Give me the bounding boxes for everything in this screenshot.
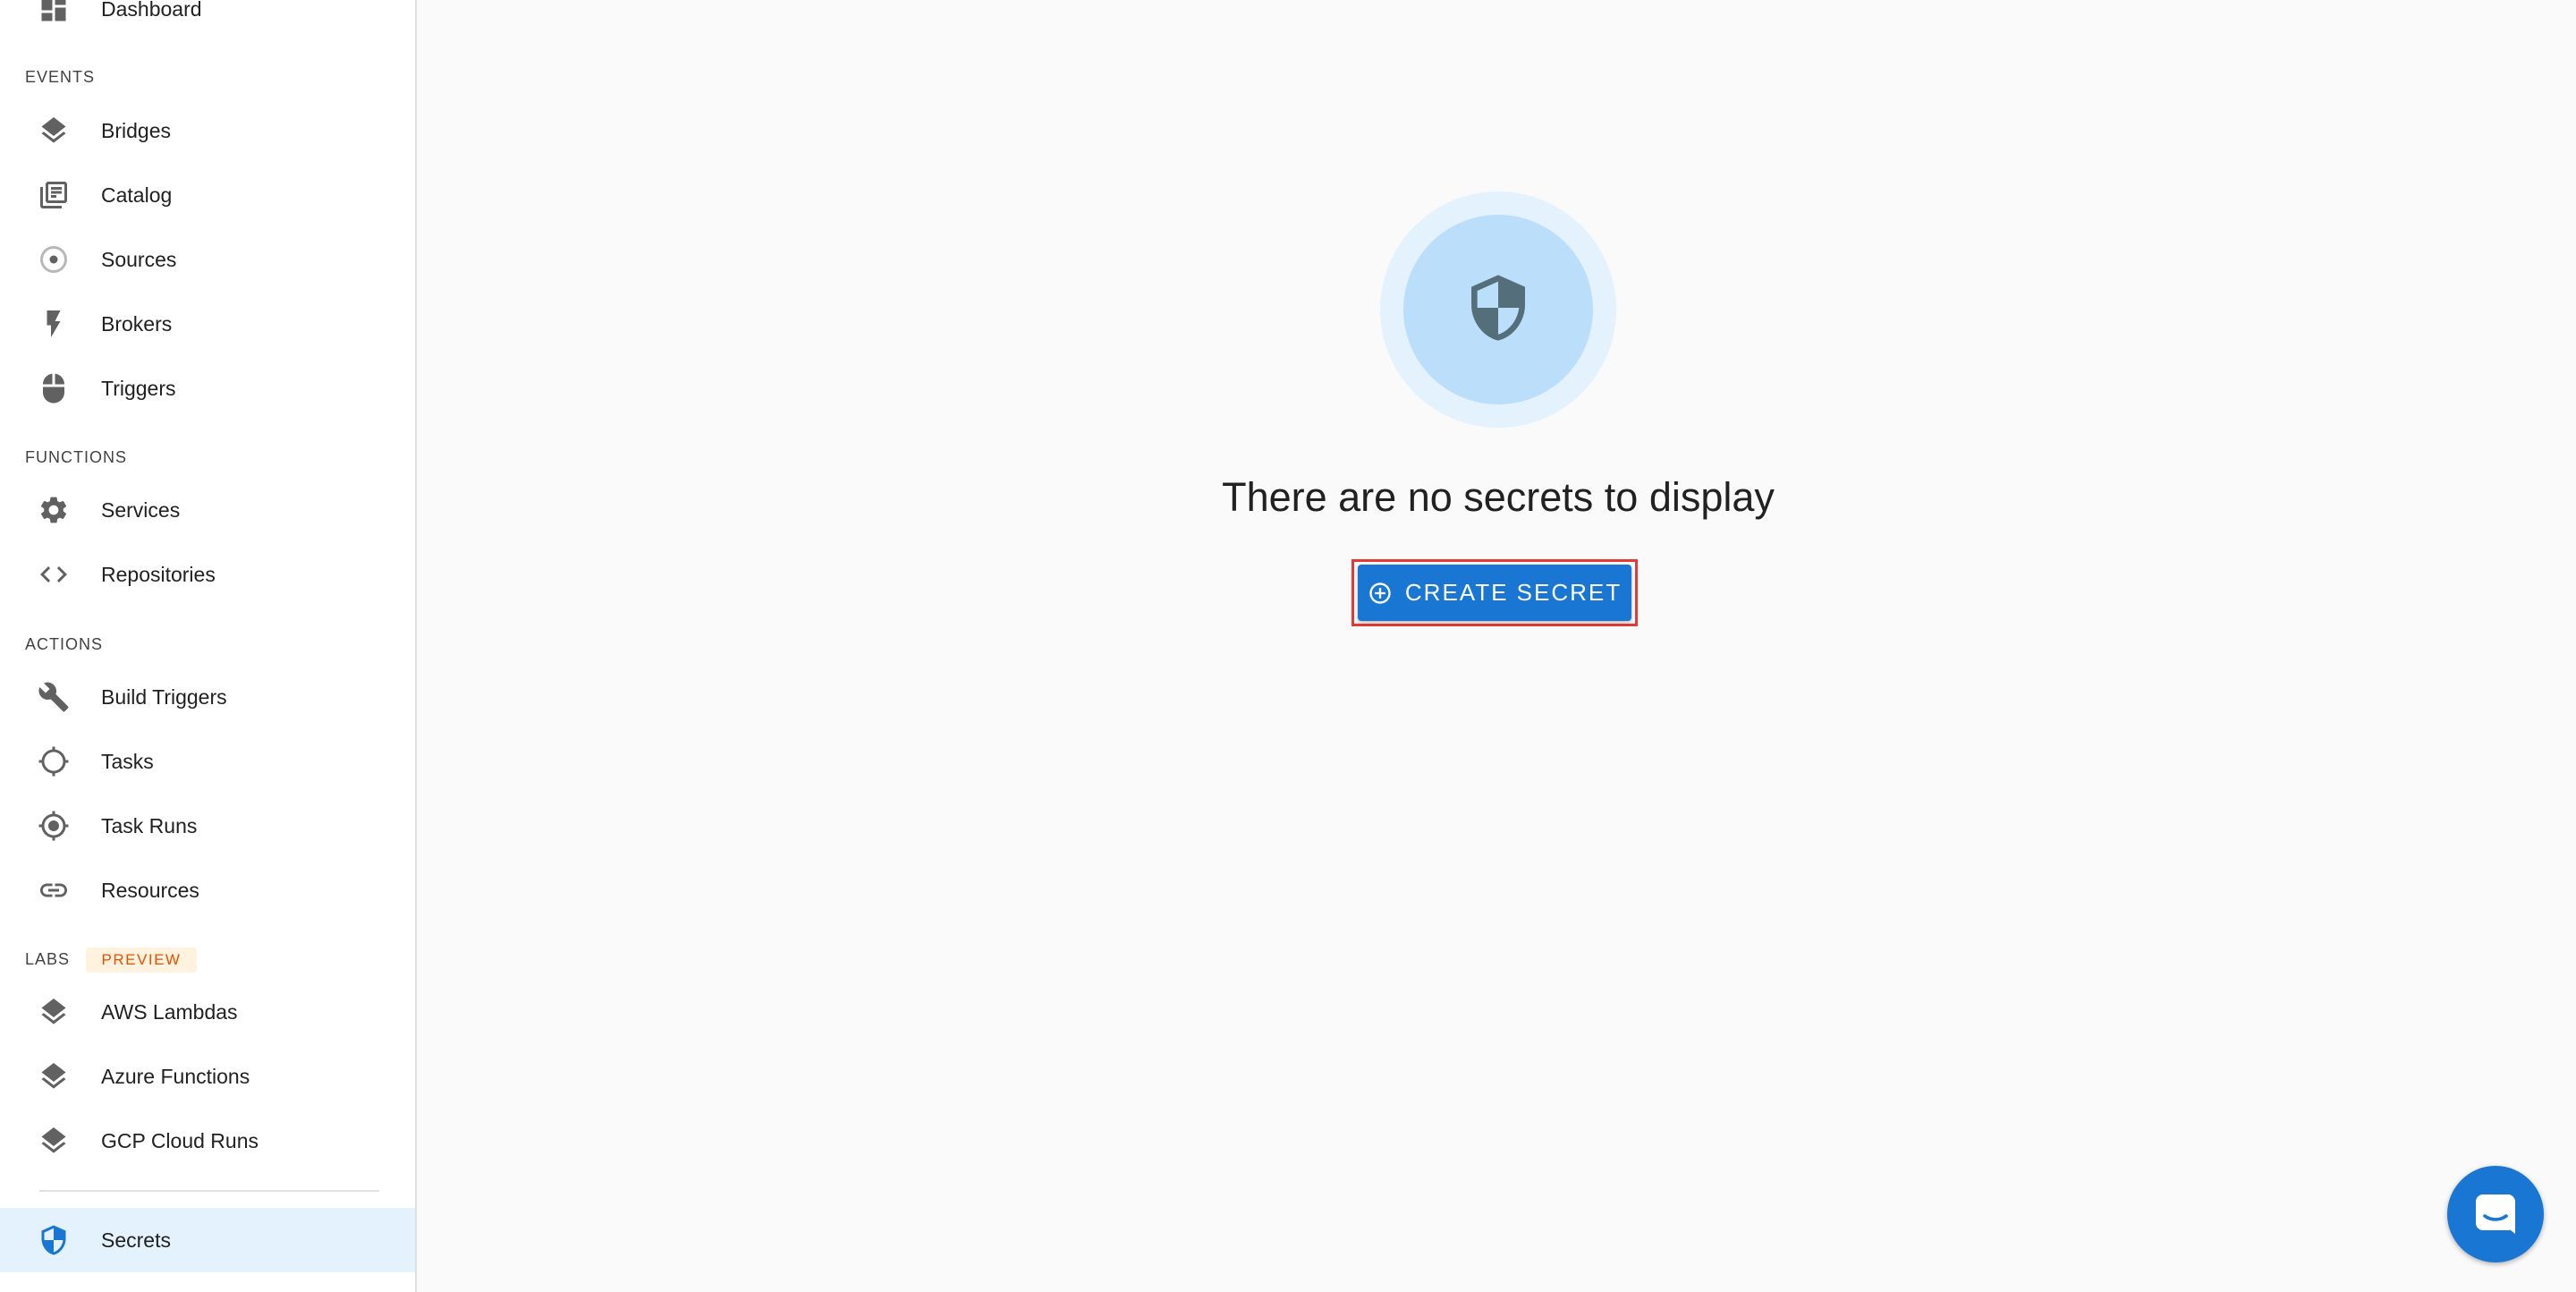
sidebar-item-dashboard[interactable]: Dashboard [0,0,415,41]
dashboard-icon [36,0,72,27]
sources-target-icon [36,242,72,277]
sidebar-item-label: Azure Functions [101,1064,250,1088]
sidebar-item-label: Sources [101,247,177,271]
sidebar-item-label: Brokers [101,311,173,336]
sidebar-item-repositories[interactable]: Repositories [0,542,415,607]
sidebar-item-gcp-cloud-runs[interactable]: GCP Cloud Runs [0,1109,415,1173]
sidebar-item-bridges[interactable]: Bridges [0,98,415,163]
sidebar-item-label: Triggers [101,376,176,400]
sidebar-item-label: Catalog [101,183,173,207]
mouse-icon [36,370,72,406]
section-header-events: EVENTS [25,68,96,86]
layers-icon [36,994,72,1030]
create-secret-label: CREATE SECRET [1404,579,1623,606]
crosshair-icon [36,744,72,779]
sidebar-item-label: Tasks [101,749,154,773]
sidebar-item-label: Dashboard [101,0,202,21]
sidebar-item-triggers[interactable]: Triggers [0,356,415,421]
preview-badge: PREVIEW [86,948,197,973]
create-secret-button[interactable]: CREATE SECRET [1358,565,1631,621]
empty-state-title: There are no secrets to display [1222,474,1775,520]
sidebar-item-tasks[interactable]: Tasks [0,729,415,794]
sidebar-item-label: Resources [101,878,199,902]
section-header-functions: FUNCTIONS [25,448,127,466]
sidebar-item-label: Bridges [101,118,171,142]
sidebar-item-services[interactable]: Services [0,478,415,542]
empty-state-circle [1403,215,1593,404]
sidebar-item-label: Services [101,497,181,522]
sidebar-item-sources[interactable]: Sources [0,227,415,292]
library-books-icon [36,177,72,213]
gear-icon [36,492,72,528]
sidebar-item-label: Task Runs [101,813,198,837]
sidebar-item-label: GCP Cloud Runs [101,1128,258,1152]
chat-icon [2476,1194,2515,1234]
sidebar-item-brokers[interactable]: Brokers [0,292,415,356]
sidebar-divider [39,1190,379,1192]
add-circle-icon [1369,582,1391,604]
layers-icon [36,113,72,149]
flash-icon [36,306,72,342]
link-icon [36,872,72,908]
sidebar-item-resources[interactable]: Resources [0,858,415,922]
sidebar-item-label: Build Triggers [101,684,227,709]
code-icon [36,557,72,592]
gps-fixed-icon [36,808,72,844]
layers-icon [36,1123,72,1159]
sidebar-item-azure-functions[interactable]: Azure Functions [0,1044,415,1109]
sidebar: Dashboard EVENTS Bridges Catalog Sources… [0,0,417,1292]
sidebar-item-label: Repositories [101,562,216,586]
sidebar-item-catalog[interactable]: Catalog [0,163,415,227]
sidebar-item-label: AWS Lambdas [101,999,238,1024]
sidebar-item-build-triggers[interactable]: Build Triggers [0,665,415,729]
chat-widget-button[interactable] [2447,1166,2544,1262]
sidebar-item-aws-lambdas[interactable]: AWS Lambdas [0,980,415,1044]
section-header-labs: LABS [25,950,71,968]
sidebar-item-secrets[interactable]: Secrets [0,1208,415,1272]
section-header-actions: ACTIONS [25,635,104,653]
sidebar-item-task-runs[interactable]: Task Runs [0,794,415,858]
layers-icon [36,1058,72,1094]
shield-icon [1462,272,1534,348]
sidebar-item-label: Secrets [101,1228,171,1252]
wrench-icon [36,679,72,715]
shield-icon [36,1222,72,1258]
